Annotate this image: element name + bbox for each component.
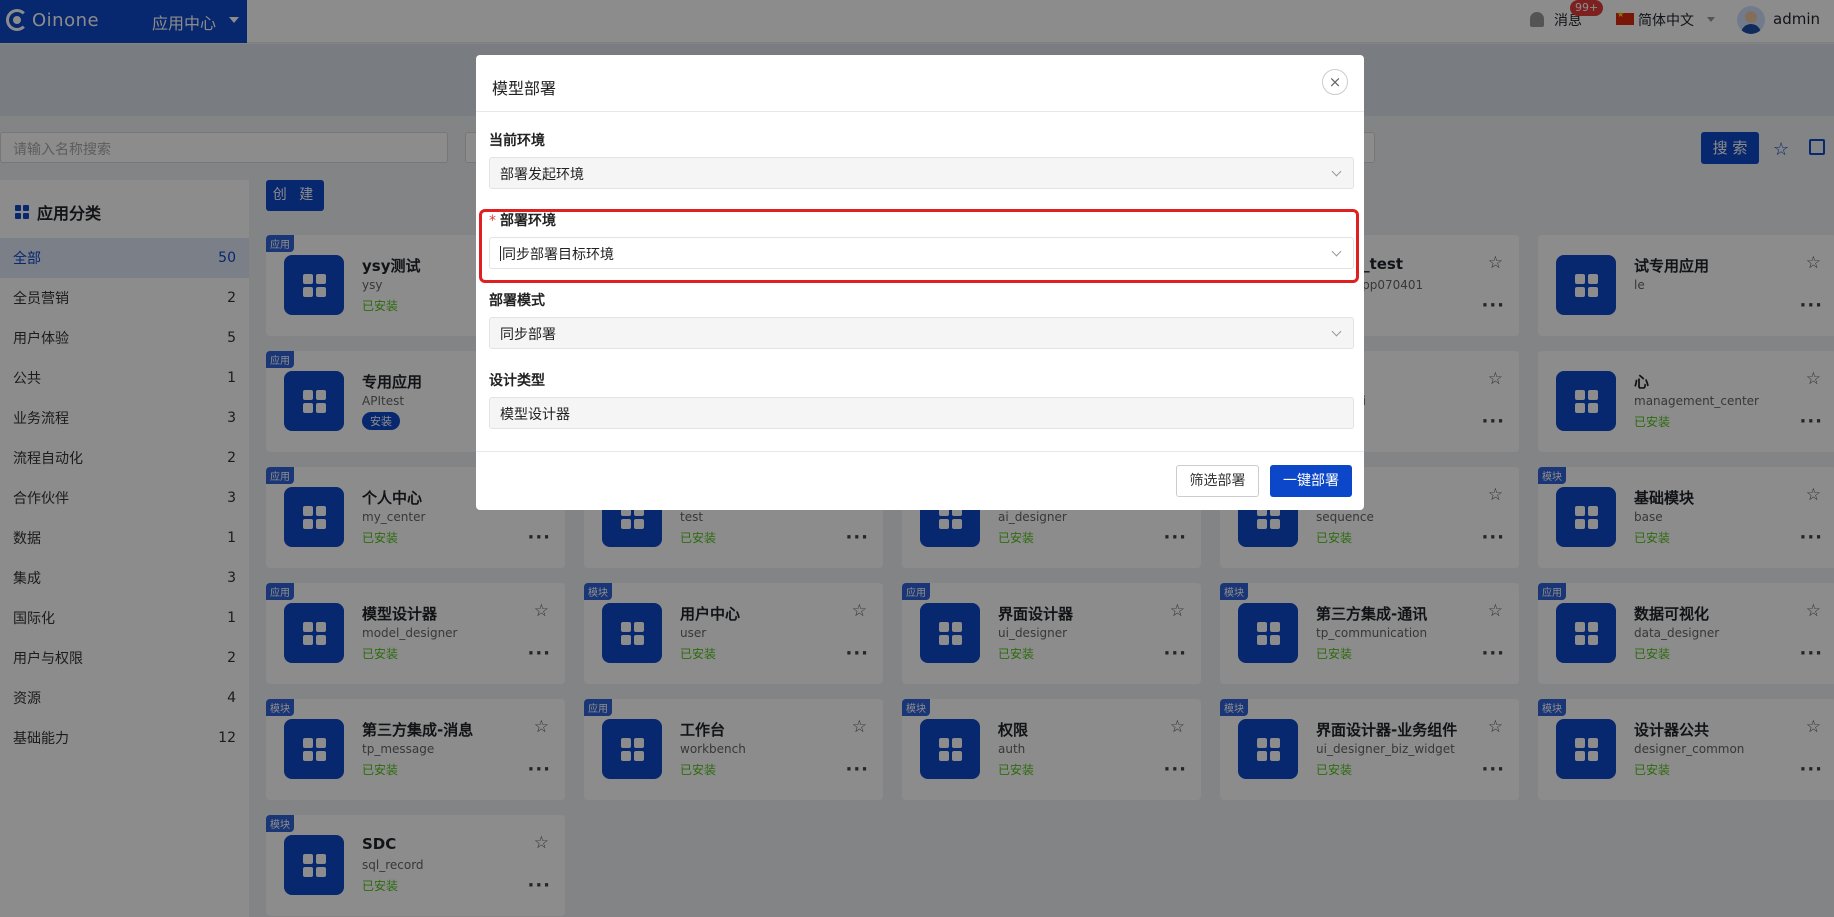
current-env-select[interactable]: 部署发起环境 xyxy=(489,157,1354,189)
deploy-mode-select[interactable]: 同步部署 xyxy=(489,317,1354,349)
chevron-down-icon xyxy=(1331,326,1342,337)
divider xyxy=(476,111,1364,112)
chevron-down-icon xyxy=(1331,166,1342,177)
current-env-value: 部署发起环境 xyxy=(500,167,584,183)
deploy-mode-value: 同步部署 xyxy=(500,327,556,343)
design-type-label: 设计类型 xyxy=(489,373,545,389)
filter-deploy-button[interactable]: 筛选部署 xyxy=(1176,465,1259,497)
modal-title: 模型部署 xyxy=(492,79,557,98)
design-type-value: 模型设计器 xyxy=(500,407,570,423)
deploy-mode-label: 部署模式 xyxy=(489,293,545,309)
divider xyxy=(476,451,1364,452)
current-env-label: 当前环境 xyxy=(489,133,545,149)
close-icon[interactable]: × xyxy=(1322,69,1348,95)
design-type-field[interactable]: 模型设计器 xyxy=(489,397,1354,429)
one-click-deploy-button[interactable]: 一键部署 xyxy=(1270,465,1352,497)
highlight-box xyxy=(479,209,1359,283)
